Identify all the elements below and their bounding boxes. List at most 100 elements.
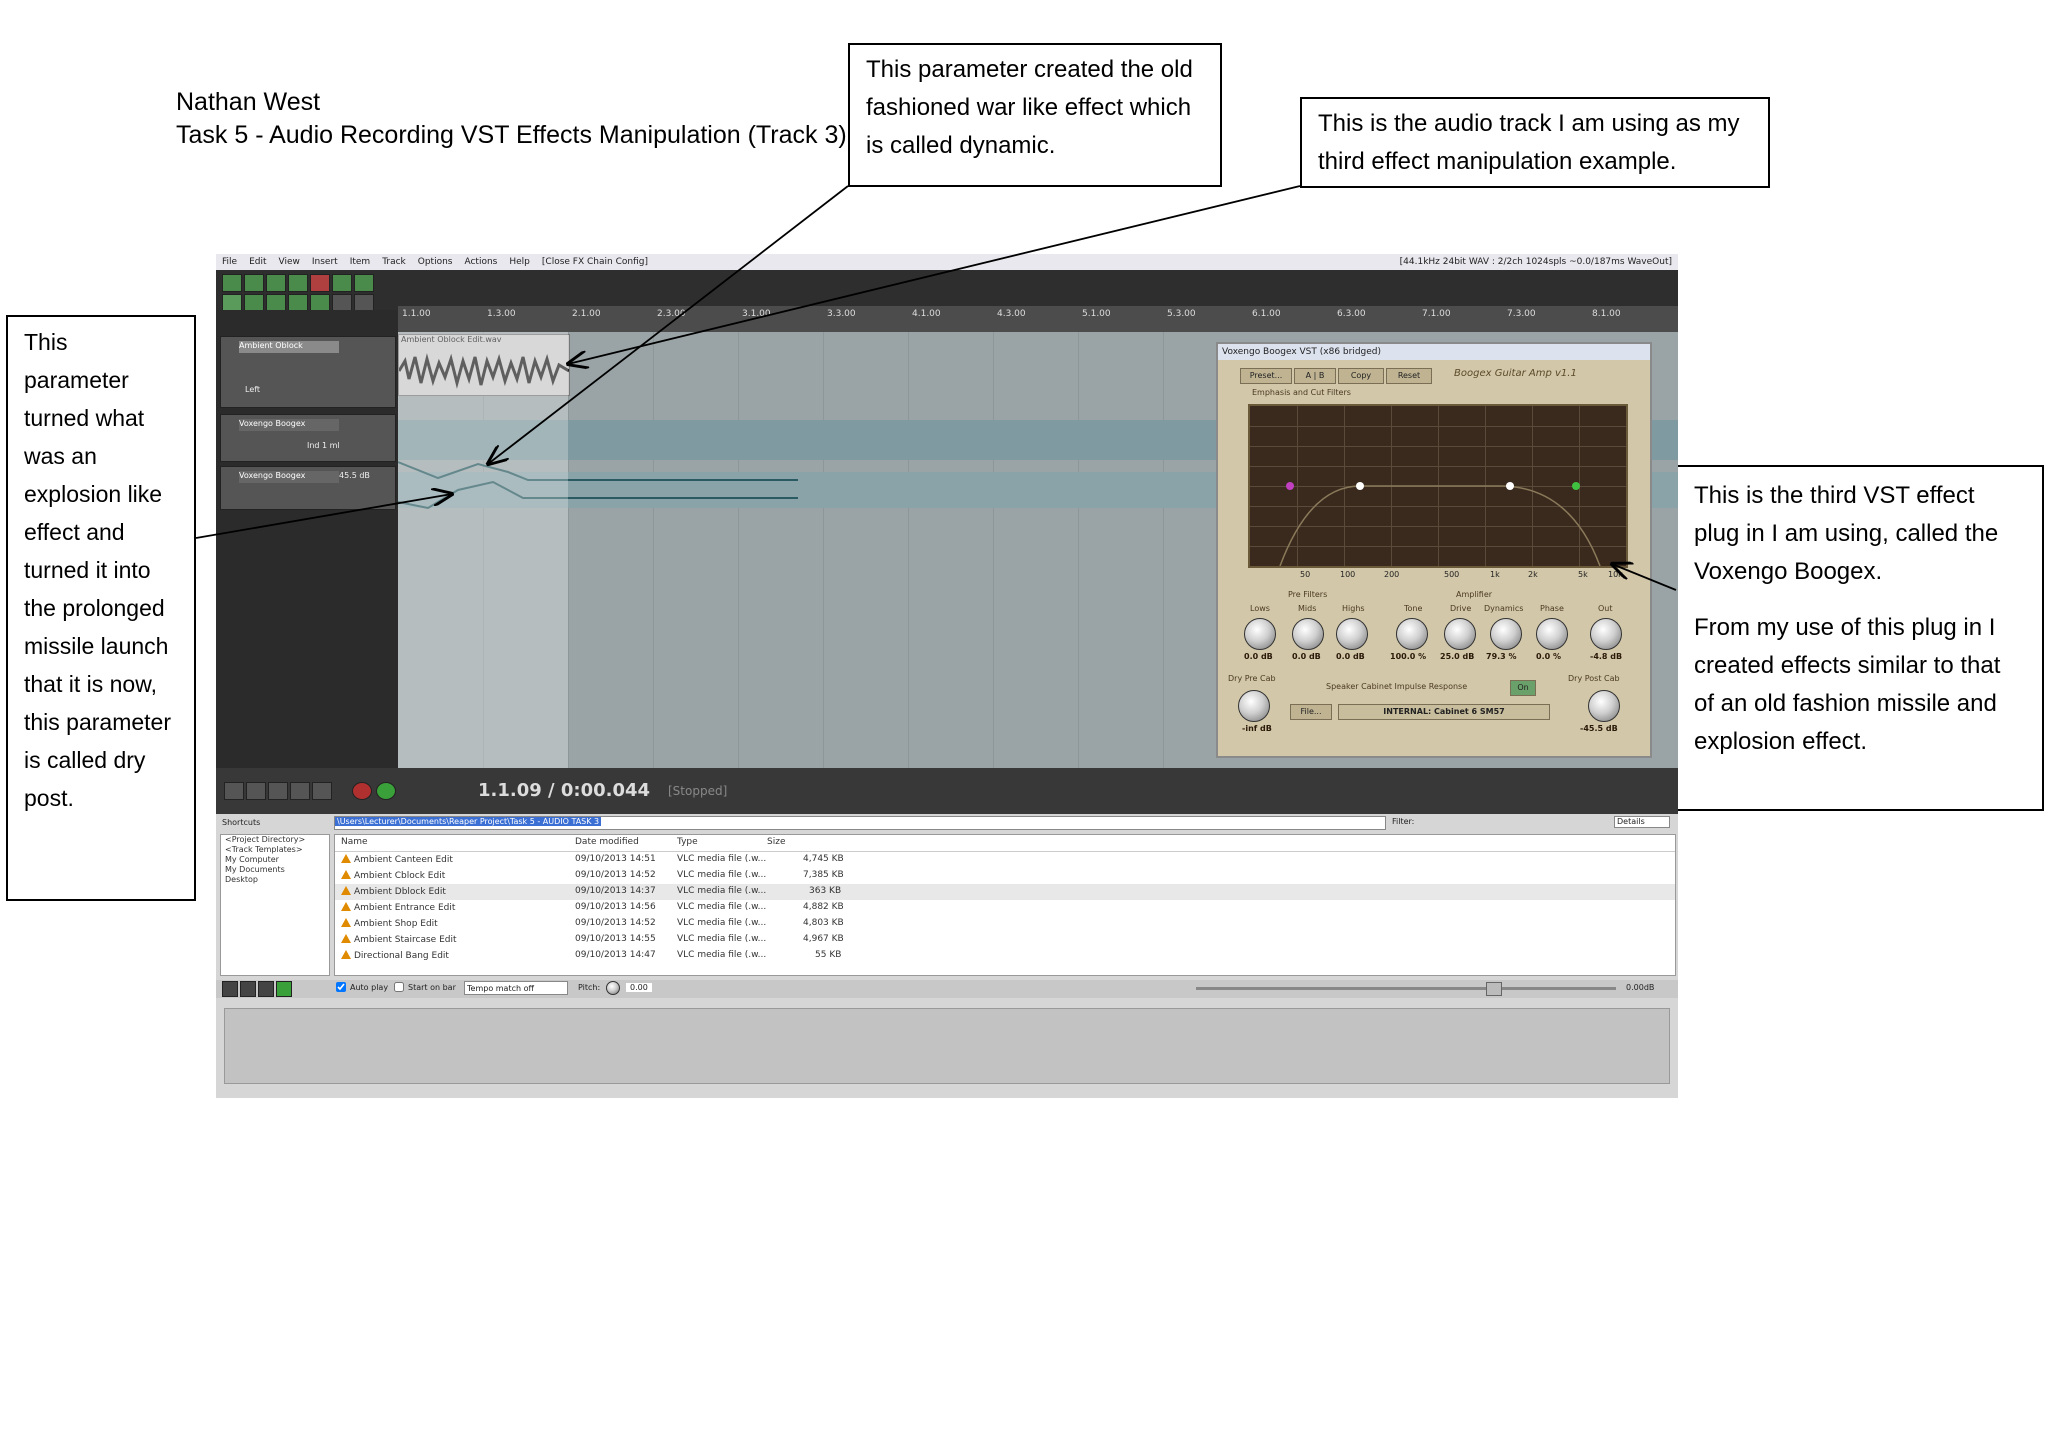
record-icon[interactable] <box>352 782 372 800</box>
file-date: 09/10/2013 14:56 <box>575 902 656 912</box>
file-row[interactable]: Ambient Shop Edit 09/10/2013 14:52 VLC m… <box>335 916 1675 932</box>
pitch-value[interactable]: 0.00 <box>626 983 652 992</box>
preview-repeat-icon[interactable] <box>276 981 292 997</box>
phase-knob[interactable] <box>1536 618 1568 650</box>
knob-value: 100.0 % <box>1390 652 1427 661</box>
start-on-bar-checkbox[interactable] <box>394 982 404 992</box>
file-name: Ambient Dblock Edit <box>354 887 446 897</box>
menu-actions[interactable]: Actions <box>464 257 497 267</box>
volume-slider-thumb[interactable] <box>1486 982 1502 996</box>
copy-button[interactable]: Copy <box>1338 368 1384 384</box>
preview-pause-icon[interactable] <box>240 981 256 997</box>
menu-track[interactable]: Track <box>382 257 406 267</box>
pause-icon[interactable] <box>290 782 310 800</box>
pan-label[interactable]: Left <box>245 385 260 394</box>
open-icon[interactable] <box>244 274 264 292</box>
column-name[interactable]: Name <box>341 837 368 847</box>
path-text: \Users\Lecturer\Documents\Reaper Project… <box>335 817 602 826</box>
menu-close-fx-chain[interactable]: [Close FX Chain Config] <box>542 257 648 267</box>
menu-file[interactable]: File <box>222 257 237 267</box>
track-header[interactable]: Ambient Oblock Left <box>220 336 396 408</box>
envelope-header[interactable]: Voxengo Boogex 45.5 dB <box>220 466 396 510</box>
ruler-mark: 1.3.00 <box>487 309 516 319</box>
pre-filters-label: Pre Filters <box>1288 590 1328 599</box>
play-icon[interactable] <box>268 782 288 800</box>
freq-tick: 10k <box>1608 570 1623 579</box>
metronome-icon[interactable] <box>354 274 374 292</box>
repeat-icon[interactable] <box>376 782 396 800</box>
impulse-selector[interactable]: INTERNAL: Cabinet 6 SM57 <box>1338 704 1550 720</box>
eq-display[interactable] <box>1248 404 1628 568</box>
menu-view[interactable]: View <box>279 257 300 267</box>
envelope-value: 45.5 dB <box>339 471 370 480</box>
mids-knob[interactable] <box>1292 618 1324 650</box>
file-list[interactable]: Name Date modified Type Size Ambient Can… <box>334 834 1676 976</box>
dry-post-cab-knob[interactable] <box>1588 690 1620 722</box>
ruler-mark: 2.1.00 <box>572 309 601 319</box>
impulse-file-button[interactable]: File... <box>1290 704 1332 720</box>
save-icon[interactable] <box>266 274 286 292</box>
file-row[interactable]: Ambient Canteen Edit 09/10/2013 14:51 VL… <box>335 852 1675 868</box>
shortcut-item[interactable]: <Track Templates> <box>221 845 329 855</box>
ruler-mark: 7.1.00 <box>1422 309 1451 319</box>
menu-item[interactable]: Item <box>350 257 371 267</box>
drive-knob[interactable] <box>1444 618 1476 650</box>
file-size: 7,385 KB <box>803 870 844 880</box>
highs-knob[interactable] <box>1336 618 1368 650</box>
view-select[interactable]: Details <box>1614 816 1670 828</box>
timeline-ruler[interactable]: 1.1.00 1.3.00 2.1.00 2.3.00 3.1.00 3.3.0… <box>398 306 1678 332</box>
menu-insert[interactable]: Insert <box>312 257 338 267</box>
column-date[interactable]: Date modified <box>575 837 639 847</box>
dry-pre-cab-knob[interactable] <box>1238 690 1270 722</box>
redo-icon[interactable] <box>332 274 352 292</box>
voxengo-boogex-window[interactable]: Voxengo Boogex VST (x86 bridged) Preset.… <box>1216 342 1652 758</box>
track-name[interactable]: Ambient Oblock <box>239 341 339 353</box>
shortcut-item[interactable]: My Computer <box>221 855 329 865</box>
preset-button[interactable]: Preset... <box>1240 368 1292 384</box>
tone-knob[interactable] <box>1396 618 1428 650</box>
out-knob[interactable] <box>1590 618 1622 650</box>
column-type[interactable]: Type <box>677 837 698 847</box>
shortcut-item[interactable]: My Documents <box>221 865 329 875</box>
file-row[interactable]: Directional Bang Edit 09/10/2013 14:47 V… <box>335 948 1675 964</box>
undo-icon[interactable] <box>310 274 330 292</box>
rewind-icon[interactable] <box>224 782 244 800</box>
envelope-header[interactable]: Voxengo Boogex Ind 1 ml <box>220 414 396 462</box>
menu-edit[interactable]: Edit <box>249 257 266 267</box>
settings-icon[interactable] <box>288 274 308 292</box>
menu-options[interactable]: Options <box>418 257 453 267</box>
dynamics-knob[interactable] <box>1490 618 1522 650</box>
menu-help[interactable]: Help <box>509 257 530 267</box>
tempo-select[interactable]: Tempo match off <box>464 981 568 995</box>
ab-button[interactable]: A | B <box>1294 368 1336 384</box>
eq-handle-lowcut[interactable] <box>1286 482 1294 490</box>
file-row[interactable]: Ambient Entrance Edit 09/10/2013 14:56 V… <box>335 900 1675 916</box>
preview-play-icon[interactable] <box>222 981 238 997</box>
pitch-knob[interactable] <box>606 981 620 995</box>
file-row[interactable]: Ambient Staircase Edit 09/10/2013 14:55 … <box>335 932 1675 948</box>
file-row-selected[interactable]: Ambient Dblock Edit 09/10/2013 14:37 VLC… <box>335 884 1675 900</box>
autoplay-checkbox[interactable] <box>336 982 346 992</box>
time-selection[interactable] <box>398 332 568 768</box>
path-input[interactable]: \Users\Lecturer\Documents\Reaper Project… <box>334 816 1386 830</box>
knob-label: Phase <box>1540 604 1564 613</box>
file-row[interactable]: Ambient Cblock Edit 09/10/2013 14:52 VLC… <box>335 868 1675 884</box>
shortcuts-list[interactable]: <Project Directory> <Track Templates> My… <box>220 834 330 976</box>
column-size[interactable]: Size <box>767 837 785 847</box>
new-project-icon[interactable] <box>222 274 242 292</box>
shortcut-item[interactable]: <Project Directory> <box>221 835 329 845</box>
knob-value: 0.0 % <box>1536 652 1561 661</box>
preview-stop-icon[interactable] <box>258 981 274 997</box>
stop-icon[interactable] <box>246 782 266 800</box>
reset-button[interactable]: Reset <box>1386 368 1432 384</box>
eq-handle-low[interactable] <box>1356 482 1364 490</box>
freq-tick: 500 <box>1444 570 1460 579</box>
eq-handle-highcut[interactable] <box>1572 482 1580 490</box>
shortcut-item[interactable]: Desktop <box>221 875 329 885</box>
forward-icon[interactable] <box>312 782 332 800</box>
speaker-toggle[interactable]: On <box>1510 680 1536 696</box>
ruler-mark: 7.3.00 <box>1507 309 1536 319</box>
lows-knob[interactable] <box>1244 618 1276 650</box>
eq-handle-high[interactable] <box>1506 482 1514 490</box>
volume-slider[interactable] <box>1196 987 1616 990</box>
